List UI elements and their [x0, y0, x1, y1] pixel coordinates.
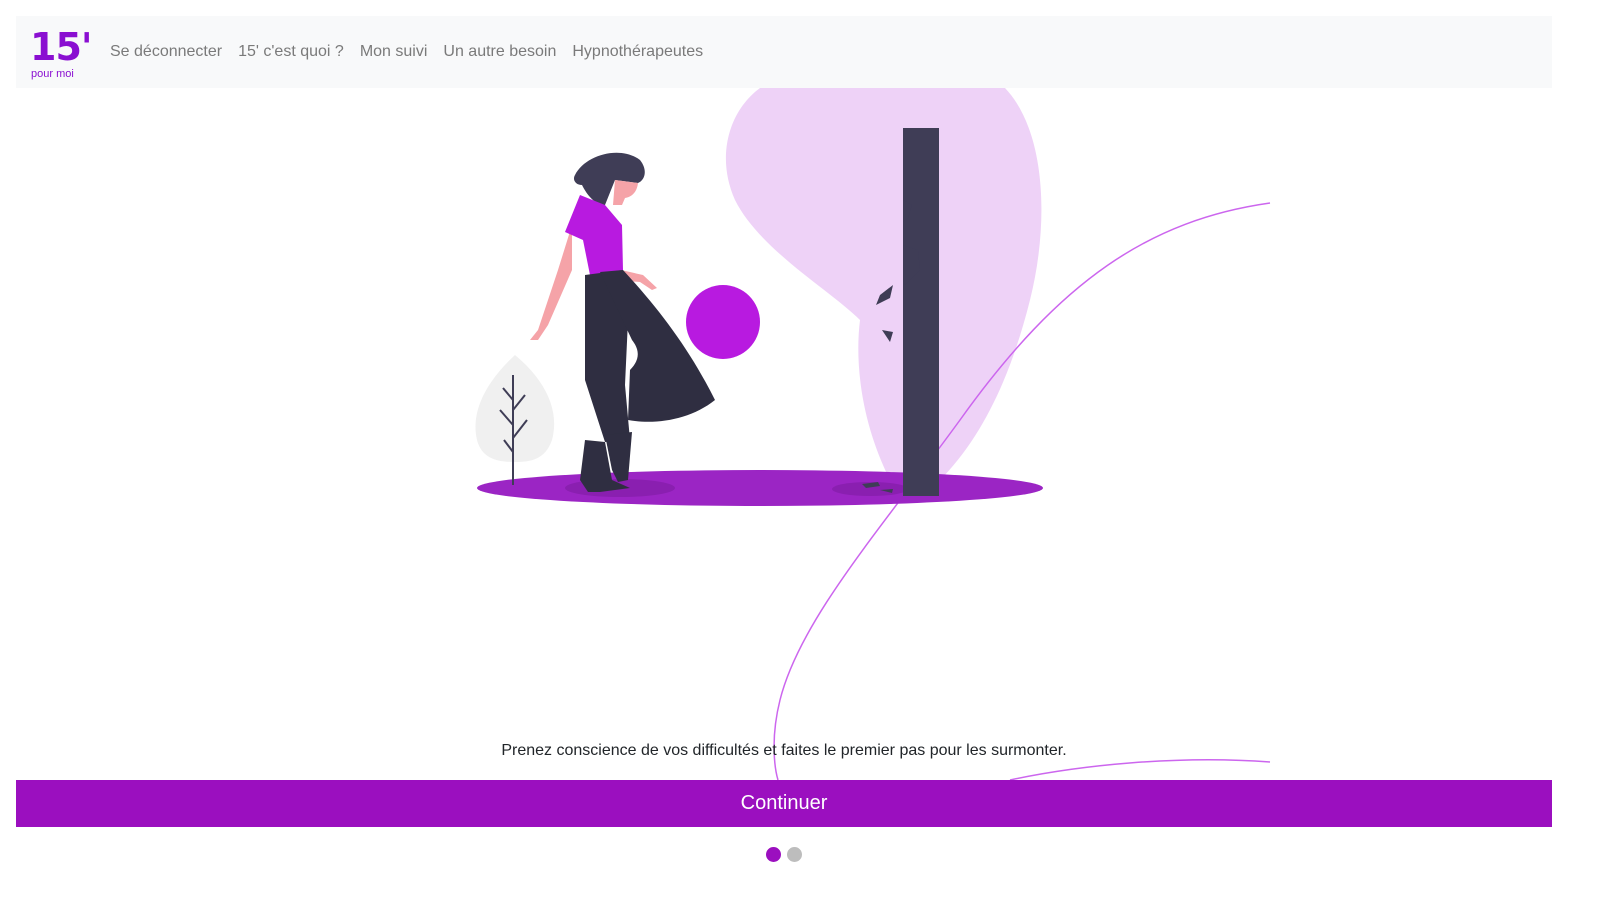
nav-progress-link[interactable]: Mon suivi: [352, 35, 436, 69]
continue-button[interactable]: Continuer: [16, 780, 1552, 827]
onboarding-tagline: Prenez conscience de vos difficultés et …: [501, 742, 1067, 759]
ground-shadow: [477, 470, 1043, 506]
top-navbar: 15' pour moi Se déconnecter 15' c'est qu…: [16, 16, 1552, 88]
pagination-dot-1[interactable]: [766, 847, 781, 862]
logo-number: 15': [30, 25, 93, 69]
decorative-curve-bottom: [1009, 758, 1271, 781]
nav-links: Se déconnecter 15' c'est quoi ? Mon suiv…: [102, 35, 711, 69]
nav-about-link[interactable]: 15' c'est quoi ?: [230, 35, 352, 69]
pagination-dots: [0, 847, 1568, 862]
hero-illustration: [475, 88, 1271, 781]
brand-logo[interactable]: 15' pour moi: [30, 22, 93, 82]
background-blob: [725, 88, 1042, 480]
nav-hypnotherapists-link[interactable]: Hypnothérapeutes: [564, 35, 711, 69]
logo-subtitle: pour moi: [31, 68, 74, 80]
post: [903, 128, 939, 496]
pagination-dot-2[interactable]: [787, 847, 802, 862]
ball: [686, 285, 760, 359]
nav-other-need-link[interactable]: Un autre besoin: [435, 35, 564, 69]
nav-logout-link[interactable]: Se déconnecter: [102, 35, 230, 69]
